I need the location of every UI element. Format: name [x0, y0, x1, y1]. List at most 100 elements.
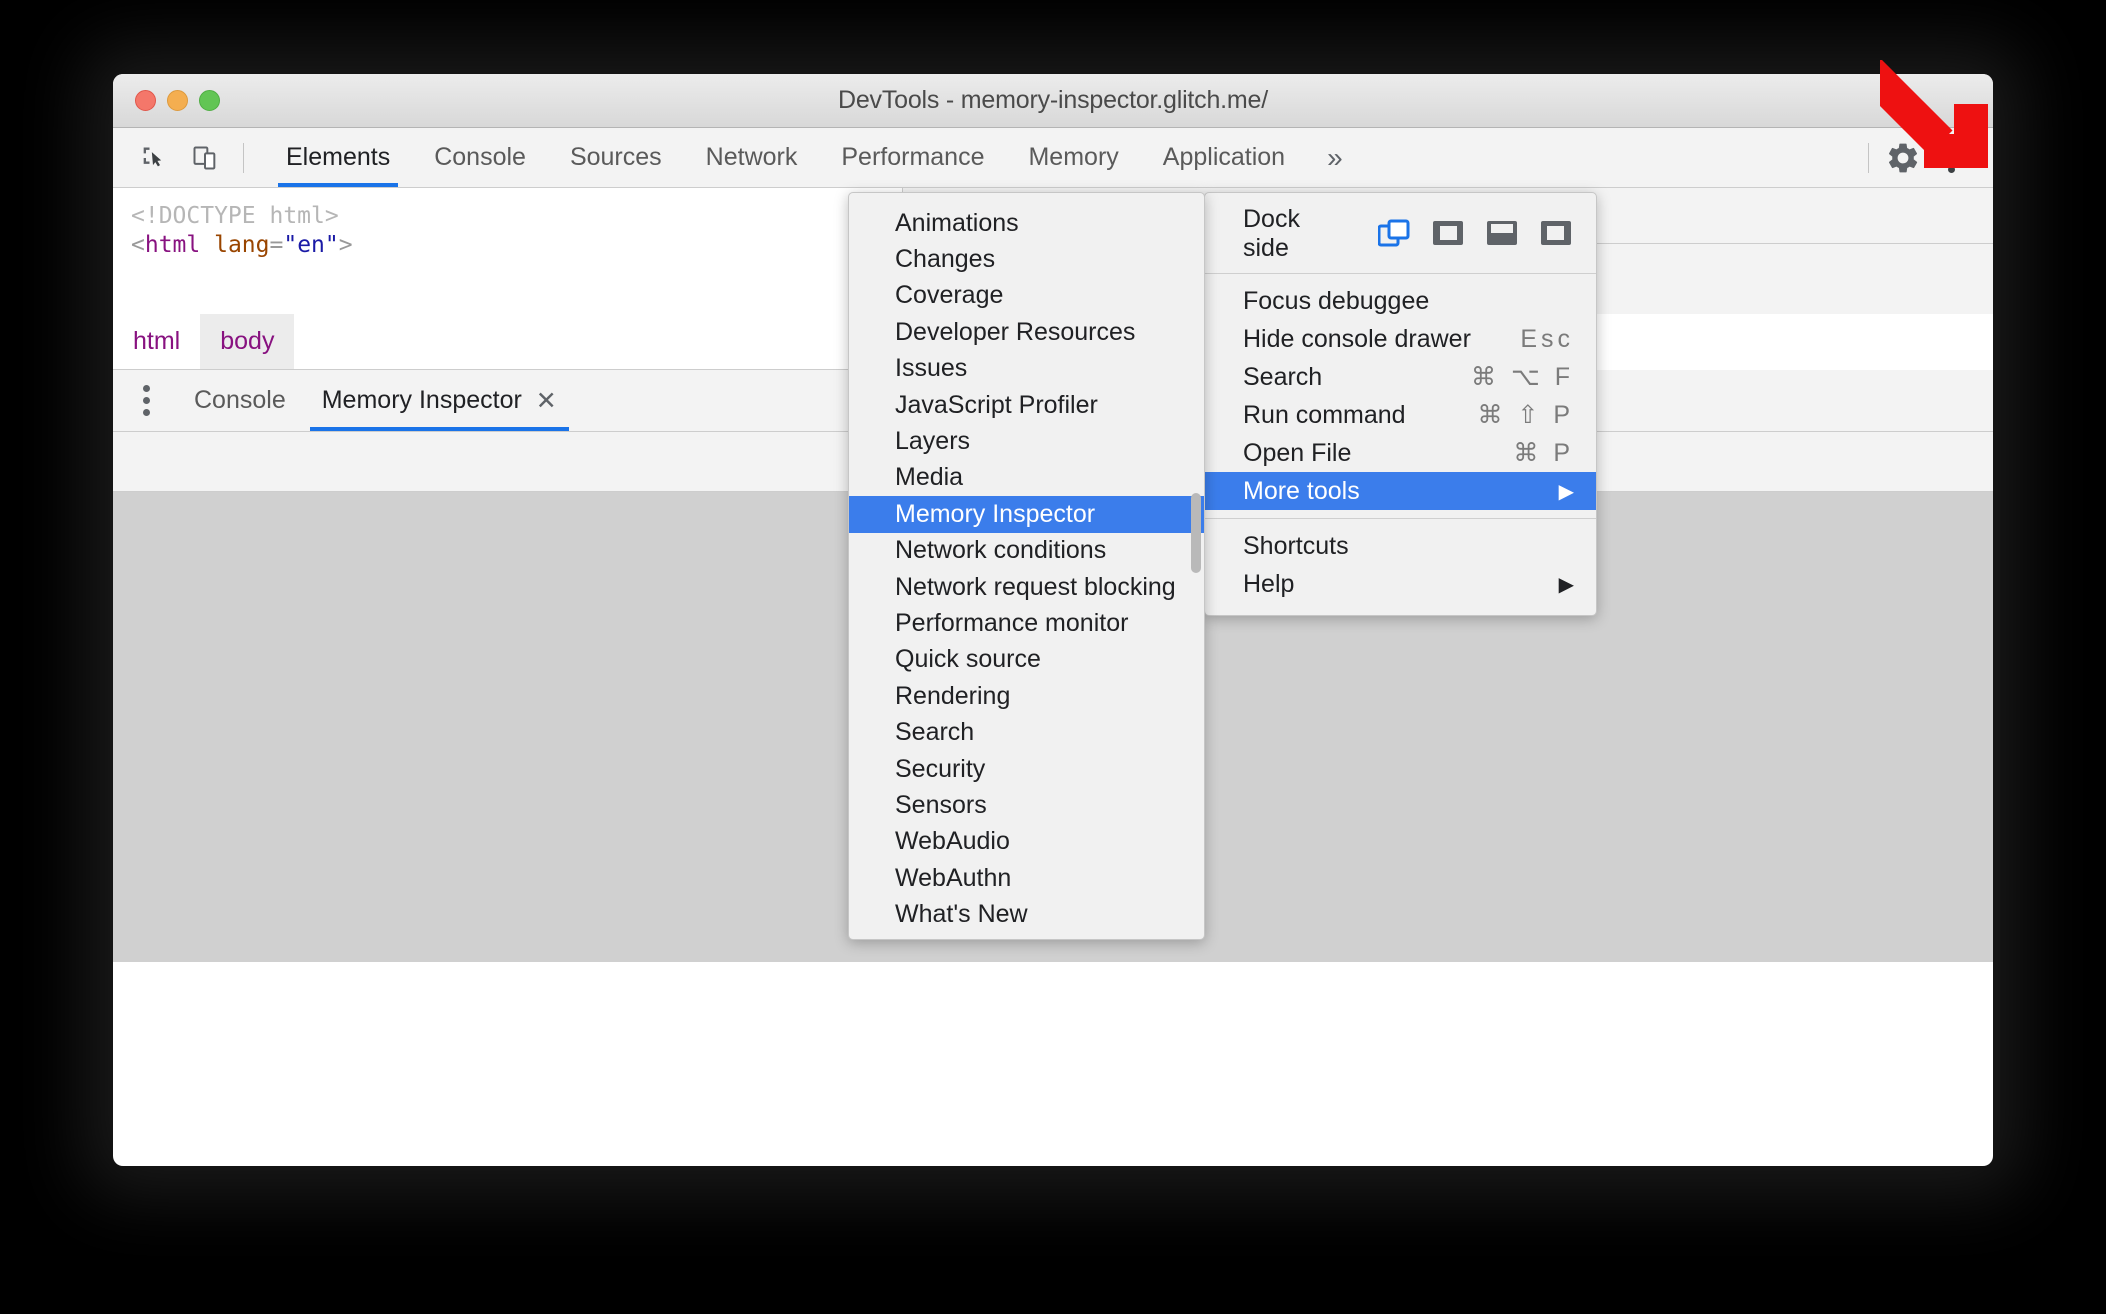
menu-item-search-label: Search [1243, 362, 1323, 391]
toolbar-icon-group [113, 128, 264, 187]
submenu-item-javascript-profiler-label: JavaScript Profiler [895, 390, 1098, 419]
dock-side-options [1377, 219, 1574, 249]
menu-item-hide-console-drawer[interactable]: Hide console drawer Esc [1205, 320, 1596, 358]
submenu-item-webaudio[interactable]: WebAudio [849, 824, 1204, 860]
submenu-item-network-conditions-label: Network conditions [895, 536, 1107, 565]
submenu-item-changes-label: Changes [895, 245, 996, 274]
submenu-item-sensors-label: Sensors [895, 790, 987, 819]
menu-item-search[interactable]: Search ⌘ ⌥ F [1205, 358, 1596, 396]
submenu-item-coverage-label: Coverage [895, 281, 1004, 310]
submenu-item-webauthn[interactable]: WebAuthn [849, 860, 1204, 896]
submenu-item-webaudio-label: WebAudio [895, 827, 1010, 856]
chevron-right-icon: ▶ [1558, 480, 1574, 503]
menu-item-open-file[interactable]: Open File ⌘ P [1205, 434, 1596, 472]
submenu-item-issues[interactable]: Issues [849, 351, 1204, 387]
undock-into-separate-window-icon[interactable] [1377, 219, 1412, 249]
dock-to-bottom-icon[interactable] [1486, 219, 1520, 249]
html-attr-eq: = [269, 232, 284, 259]
tab-performance-label: Performance [841, 143, 985, 171]
more-tools-submenu: Animations Changes Coverage Developer Re… [848, 192, 1205, 940]
submenu-scrollbar[interactable] [1191, 493, 1201, 573]
tab-console[interactable]: Console [412, 128, 548, 187]
drawer-tab-memory-inspector[interactable]: Memory Inspector ✕ [304, 370, 575, 431]
inspect-element-icon[interactable] [131, 136, 175, 180]
dock-side-row: Dock side [1205, 203, 1596, 265]
submenu-item-sensors[interactable]: Sensors [849, 787, 1204, 823]
drawer-tab-console-label: Console [194, 386, 286, 414]
toolbar-divider [243, 142, 244, 173]
dock-to-left-icon[interactable] [1432, 219, 1466, 249]
tab-elements[interactable]: Elements [264, 128, 412, 187]
dock-to-right-icon[interactable] [1540, 219, 1574, 249]
submenu-item-security-label: Security [895, 754, 986, 783]
html-attr-value: "en" [283, 232, 339, 259]
devtools-window: DevTools - memory-inspector.glitch.me/ E… [113, 74, 1993, 1166]
submenu-item-layers[interactable]: Layers [849, 423, 1204, 459]
drawer-more-options-icon[interactable] [113, 385, 176, 416]
submenu-item-javascript-profiler[interactable]: JavaScript Profiler [849, 387, 1204, 423]
menu-divider-2 [1205, 518, 1596, 519]
menu-item-focus-debuggee-label: Focus debuggee [1243, 286, 1430, 315]
device-toolbar-icon[interactable] [183, 136, 227, 180]
submenu-item-whats-new[interactable]: What's New [849, 896, 1204, 932]
submenu-item-issues-label: Issues [895, 354, 968, 383]
submenu-item-animations[interactable]: Animations [849, 205, 1204, 241]
submenu-item-webauthn-label: WebAuthn [895, 863, 1012, 892]
menu-divider-1 [1205, 273, 1596, 274]
html-open-bracket: < [131, 232, 145, 259]
submenu-item-performance-monitor-label: Performance monitor [895, 608, 1129, 637]
submenu-item-memory-inspector[interactable]: Memory Inspector [849, 496, 1204, 533]
window-title: DevTools - memory-inspector.glitch.me/ [837, 86, 1269, 114]
submenu-item-security[interactable]: Security [849, 751, 1204, 787]
menu-item-run-command-label: Run command [1243, 400, 1406, 429]
html-attr-name: lang [214, 232, 270, 259]
submenu-item-search[interactable]: Search [849, 714, 1204, 750]
tab-memory[interactable]: Memory [1006, 128, 1140, 187]
submenu-item-performance-monitor[interactable]: Performance monitor [849, 605, 1204, 641]
submenu-item-memory-inspector-label: Memory Inspector [895, 499, 1096, 528]
submenu-item-media[interactable]: Media [849, 460, 1204, 496]
tabs-overflow-icon[interactable]: » [1307, 128, 1363, 187]
menu-item-more-tools-label: More tools [1243, 476, 1360, 505]
dom-breadcrumb: html body [113, 314, 903, 370]
submenu-item-animations-label: Animations [895, 208, 1019, 237]
submenu-item-network-conditions[interactable]: Network conditions [849, 533, 1204, 569]
submenu-item-rendering[interactable]: Rendering [849, 678, 1204, 714]
tab-console-label: Console [434, 143, 526, 171]
toolbar-divider-right [1868, 142, 1869, 173]
breadcrumb-item-body[interactable]: body [200, 314, 295, 369]
submenu-item-rendering-label: Rendering [895, 681, 1011, 710]
menu-item-shortcuts[interactable]: Shortcuts [1205, 527, 1596, 565]
submenu-item-developer-resources[interactable]: Developer Resources [849, 314, 1204, 350]
submenu-item-coverage[interactable]: Coverage [849, 278, 1204, 314]
menu-item-more-tools[interactable]: More tools ▶ [1205, 472, 1596, 510]
doctype-text: <!DOCTYPE html> [131, 203, 339, 229]
tab-performance[interactable]: Performance [819, 128, 1006, 187]
menu-item-focus-debuggee[interactable]: Focus debuggee [1205, 282, 1596, 320]
tab-sources-label: Sources [569, 143, 662, 171]
tab-network-label: Network [705, 143, 798, 171]
submenu-item-whats-new-label: What's New [895, 900, 1028, 929]
submenu-item-network-request-blocking-label: Network request blocking [895, 572, 1176, 601]
drawer-tab-console[interactable]: Console [176, 370, 304, 431]
breadcrumb-item-html[interactable]: html [113, 314, 200, 369]
menu-item-help[interactable]: Help ▶ [1205, 565, 1596, 603]
submenu-item-network-request-blocking[interactable]: Network request blocking [849, 569, 1204, 605]
drawer-tab-memory-inspector-label: Memory Inspector [321, 386, 522, 414]
menu-item-help-label: Help [1243, 569, 1295, 598]
tab-application-label: Application [1162, 143, 1286, 171]
submenu-item-changes[interactable]: Changes [849, 241, 1204, 277]
red-arrow-pointing-down-right [1853, 55, 2000, 185]
dom-line-html: <html lang="en"> [131, 231, 902, 260]
submenu-item-quick-source[interactable]: Quick source [849, 642, 1204, 678]
submenu-item-search-label: Search [895, 718, 975, 747]
window-titlebar: DevTools - memory-inspector.glitch.me/ [113, 74, 1993, 128]
tab-elements-label: Elements [286, 143, 391, 171]
dom-tree-pane[interactable]: <!DOCTYPE html> <html lang="en"> [113, 188, 903, 314]
tab-sources[interactable]: Sources [548, 128, 684, 187]
close-icon[interactable]: ✕ [536, 386, 557, 416]
menu-item-run-command[interactable]: Run command ⌘ ⇧ P [1205, 396, 1596, 434]
tab-application[interactable]: Application [1141, 128, 1307, 187]
tab-network[interactable]: Network [684, 128, 820, 187]
menu-item-search-shortcut: ⌘ ⌥ F [1471, 363, 1574, 391]
